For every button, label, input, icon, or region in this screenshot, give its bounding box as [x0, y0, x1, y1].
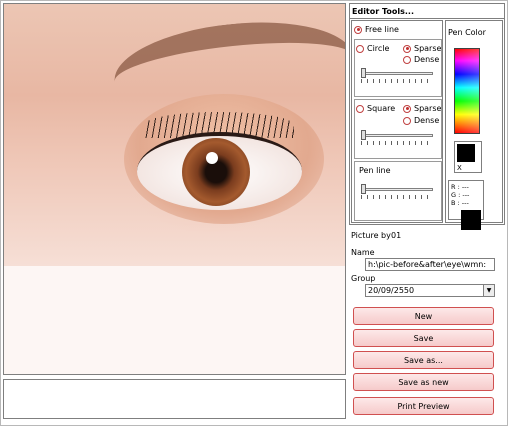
print-preview-button[interactable]: Print Preview [353, 397, 494, 415]
radio-icon [403, 55, 411, 64]
square-dense-radio[interactable]: Dense [403, 116, 439, 125]
pen-color-group: Pen Color X R : --- G : --- B : --- [445, 20, 503, 230]
rgb-r: R : --- [451, 183, 469, 191]
name-field[interactable]: h:\pic-before&after\eye\wmn: [365, 258, 495, 271]
square-size-slider[interactable] [361, 130, 433, 146]
group-label: Group [351, 274, 376, 283]
radio-icon [356, 104, 364, 113]
circle-sparse-radio[interactable]: Sparse [403, 44, 441, 53]
save-as-new-button[interactable]: Save as new [353, 373, 494, 391]
eye-photo[interactable] [4, 4, 345, 266]
picture-by-label: Picture by [351, 231, 391, 240]
circle-radio[interactable]: Circle [356, 44, 389, 53]
pen-line-label: Pen line [359, 166, 391, 175]
pen-line-slider[interactable] [361, 184, 433, 200]
slider-track [361, 134, 433, 137]
pen-color-label: Pen Color [448, 28, 486, 37]
rgb-b: B : --- [451, 199, 469, 207]
pen-line-group: Pen line [354, 161, 442, 221]
slider-knob[interactable] [361, 68, 366, 78]
slider-ticks [361, 79, 433, 83]
square-dense-label: Dense [414, 116, 440, 125]
rgb-readout: R : --- G : --- B : --- [448, 180, 484, 230]
radio-selected-icon [403, 44, 411, 53]
color-spectrum-picker[interactable] [454, 48, 480, 134]
square-label: Square [367, 104, 396, 113]
circle-group: Circle Sparse Dense [354, 39, 442, 97]
square-sparse-radio[interactable]: Sparse [403, 104, 441, 113]
free-line-label: Free line [365, 25, 399, 34]
drawing-canvas[interactable] [3, 3, 346, 375]
group-select-value: 20/09/2550 [368, 286, 415, 295]
circle-dense-radio[interactable]: Dense [403, 55, 439, 64]
swatch-x-label: X [457, 164, 462, 172]
editor-tools-panel: Editor Tools... Free line Circle Sparse … [349, 3, 505, 230]
new-button[interactable]: New [353, 307, 494, 325]
slider-track [361, 72, 433, 75]
rgb-swatch [461, 210, 481, 230]
name-label: Name [351, 248, 375, 257]
panel-divider [350, 18, 504, 19]
radio-icon [403, 116, 411, 125]
iris [182, 138, 250, 206]
square-group: Square Sparse Dense [354, 99, 442, 159]
current-color-swatch[interactable] [457, 144, 475, 162]
square-sparse-label: Sparse [414, 104, 442, 113]
current-color-box: X [454, 141, 482, 173]
radio-selected-icon [354, 25, 362, 34]
circle-size-slider[interactable] [361, 68, 433, 84]
slider-ticks [361, 141, 433, 145]
circle-label: Circle [367, 44, 390, 53]
slider-knob[interactable] [361, 184, 366, 194]
save-button[interactable]: Save [353, 329, 494, 347]
group-select[interactable]: 20/09/2550 ▼ [365, 284, 495, 297]
radio-selected-icon [403, 104, 411, 113]
chevron-down-icon[interactable]: ▼ [483, 285, 494, 296]
circle-sparse-label: Sparse [414, 44, 442, 53]
slider-ticks [361, 195, 433, 199]
slider-track [361, 188, 433, 191]
panel-title: Editor Tools... [352, 7, 414, 16]
save-as-button[interactable]: Save as... [353, 351, 494, 369]
eye-glint [206, 152, 218, 164]
picture-by-value: 01 [391, 231, 402, 240]
square-radio[interactable]: Square [356, 104, 395, 113]
free-line-radio[interactable]: Free line [354, 25, 399, 34]
circle-dense-label: Dense [414, 55, 440, 64]
notes-area[interactable] [3, 379, 346, 419]
rgb-g: G : --- [451, 191, 470, 199]
app-window: Editor Tools... Free line Circle Sparse … [0, 0, 508, 426]
slider-knob[interactable] [361, 130, 366, 140]
radio-icon [356, 44, 364, 53]
tools-group: Free line Circle Sparse Dense Square Spa… [351, 20, 443, 223]
